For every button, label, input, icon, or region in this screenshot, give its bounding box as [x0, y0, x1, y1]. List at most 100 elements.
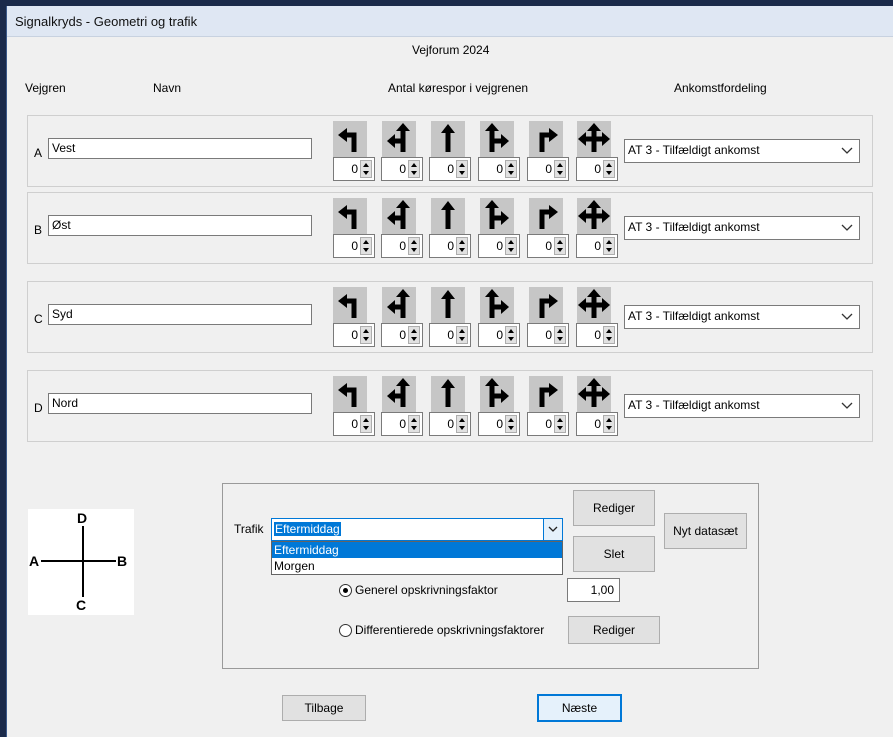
all-directions-icon: [578, 200, 610, 229]
spin-up-icon: [508, 329, 514, 333]
spinner-buttons[interactable]: [456, 415, 468, 433]
traffic-edit-button[interactable]: Rediger: [573, 490, 655, 526]
spinner-buttons[interactable]: [554, 237, 566, 255]
lane-count-spinner[interactable]: 0: [576, 157, 618, 181]
new-dataset-button[interactable]: Nyt datasæt: [664, 513, 747, 549]
spin-down-icon: [411, 248, 417, 252]
dropdown-option-eftermiddag[interactable]: Eftermiddag: [272, 542, 562, 558]
dropdown-option-morgen[interactable]: Morgen: [272, 558, 562, 574]
spinner-buttons[interactable]: [603, 237, 615, 255]
spinner-buttons[interactable]: [360, 160, 372, 178]
lane-count-spinner[interactable]: 0: [478, 412, 520, 436]
traffic-select[interactable]: Eftermiddag: [271, 518, 563, 541]
arrival-distribution-select[interactable]: AT 3 - Tilfældigt ankomst: [624, 305, 860, 329]
traffic-delete-button[interactable]: Slet: [573, 536, 655, 572]
spinner-buttons[interactable]: [360, 237, 372, 255]
straight-right-icon: [485, 378, 509, 407]
spinner-buttons[interactable]: [408, 415, 420, 433]
lane-count-spinner[interactable]: 0: [333, 157, 375, 181]
spin-up-icon: [557, 240, 563, 244]
traffic-dropdown-button[interactable]: [543, 519, 562, 540]
lane-count-spinner[interactable]: 0: [576, 412, 618, 436]
spinner-buttons[interactable]: [505, 326, 517, 344]
spin-down-icon: [508, 248, 514, 252]
lane-count-spinner[interactable]: 0: [429, 412, 471, 436]
diagram-label-d: D: [77, 510, 88, 526]
lane-count-value: 0: [399, 417, 406, 431]
spin-up-icon: [411, 329, 417, 333]
spinner-buttons[interactable]: [408, 326, 420, 344]
lane-type-4: [480, 198, 514, 234]
spinner-buttons[interactable]: [360, 415, 372, 433]
spin-up-icon: [459, 329, 465, 333]
left-straight-icon: [387, 289, 410, 318]
window-title: Signalkryds - Geometri og trafik: [15, 14, 198, 29]
spinner-buttons[interactable]: [408, 237, 420, 255]
lane-count-spinner[interactable]: 0: [381, 412, 423, 436]
lane-type-1: [333, 287, 367, 323]
lane-count-spinner[interactable]: 0: [527, 157, 569, 181]
turn-right-icon: [539, 294, 558, 318]
spinner-buttons[interactable]: [603, 415, 615, 433]
lane-count-spinner[interactable]: 0: [333, 234, 375, 258]
lane-count-spinner[interactable]: 0: [381, 157, 423, 181]
spinner-buttons[interactable]: [408, 160, 420, 178]
traffic-dropdown-list: Eftermiddag Morgen: [271, 541, 563, 575]
general-factor-radio[interactable]: [339, 584, 352, 597]
general-factor-input[interactable]: 1,00: [567, 578, 620, 602]
spin-up-icon: [411, 240, 417, 244]
spinner-buttons[interactable]: [505, 237, 517, 255]
lane-count-spinner[interactable]: 0: [576, 323, 618, 347]
spinner-buttons[interactable]: [456, 160, 468, 178]
lane-type-3: [431, 376, 465, 412]
next-button[interactable]: Næste: [537, 694, 622, 722]
spinner-buttons[interactable]: [603, 160, 615, 178]
arrival-distribution-select[interactable]: AT 3 - Tilfældigt ankomst: [624, 216, 860, 240]
lane-count-spinner[interactable]: 0: [527, 412, 569, 436]
lane-type-1: [333, 121, 367, 157]
arrival-distribution-value: AT 3 - Tilfældigt ankomst: [628, 398, 760, 412]
lane-count-spinner[interactable]: 0: [429, 157, 471, 181]
spinner-buttons[interactable]: [554, 415, 566, 433]
spinner-buttons[interactable]: [456, 326, 468, 344]
approach-name-input[interactable]: Syd: [48, 304, 312, 325]
spinner-buttons[interactable]: [603, 326, 615, 344]
arrival-distribution-value: AT 3 - Tilfældigt ankomst: [628, 220, 760, 234]
lane-count-spinner[interactable]: 0: [333, 323, 375, 347]
spin-down-icon: [557, 426, 563, 430]
spinner-buttons[interactable]: [554, 326, 566, 344]
lane-count-spinner[interactable]: 0: [429, 234, 471, 258]
spinner-buttons[interactable]: [505, 415, 517, 433]
spinner-buttons[interactable]: [505, 160, 517, 178]
lane-count-spinner[interactable]: 0: [478, 323, 520, 347]
approach-name-input[interactable]: Øst: [48, 215, 312, 236]
lane-count-spinner[interactable]: 0: [381, 234, 423, 258]
lane-count-value: 0: [351, 162, 358, 176]
spinner-buttons[interactable]: [456, 237, 468, 255]
lane-type-2: [382, 121, 416, 157]
spin-up-icon: [508, 240, 514, 244]
lane-type-5: [529, 198, 563, 234]
approach-name-input[interactable]: Nord: [48, 393, 312, 414]
arrival-distribution-select[interactable]: AT 3 - Tilfældigt ankomst: [624, 394, 860, 418]
differentiated-edit-button[interactable]: Rediger: [568, 616, 660, 644]
lane-count-spinner[interactable]: 0: [527, 323, 569, 347]
spinner-buttons[interactable]: [360, 326, 372, 344]
differentiated-factor-radio[interactable]: [339, 624, 352, 637]
lane-count-spinner[interactable]: 0: [527, 234, 569, 258]
spinner-buttons[interactable]: [554, 160, 566, 178]
lane-type-6: [577, 376, 611, 412]
arrival-distribution-select[interactable]: AT 3 - Tilfældigt ankomst: [624, 139, 860, 163]
straight-icon: [441, 290, 455, 318]
turn-right-icon: [539, 128, 558, 152]
lane-count-spinner[interactable]: 0: [333, 412, 375, 436]
header-arrival: Ankomstfordeling: [674, 81, 767, 95]
approach-name-input[interactable]: Vest: [48, 138, 312, 159]
lane-count-spinner[interactable]: 0: [576, 234, 618, 258]
lane-count-spinner[interactable]: 0: [429, 323, 471, 347]
lane-count-spinner[interactable]: 0: [478, 157, 520, 181]
lane-count-spinner[interactable]: 0: [478, 234, 520, 258]
lane-count-value: 0: [594, 162, 601, 176]
lane-count-spinner[interactable]: 0: [381, 323, 423, 347]
back-button[interactable]: Tilbage: [282, 695, 366, 721]
